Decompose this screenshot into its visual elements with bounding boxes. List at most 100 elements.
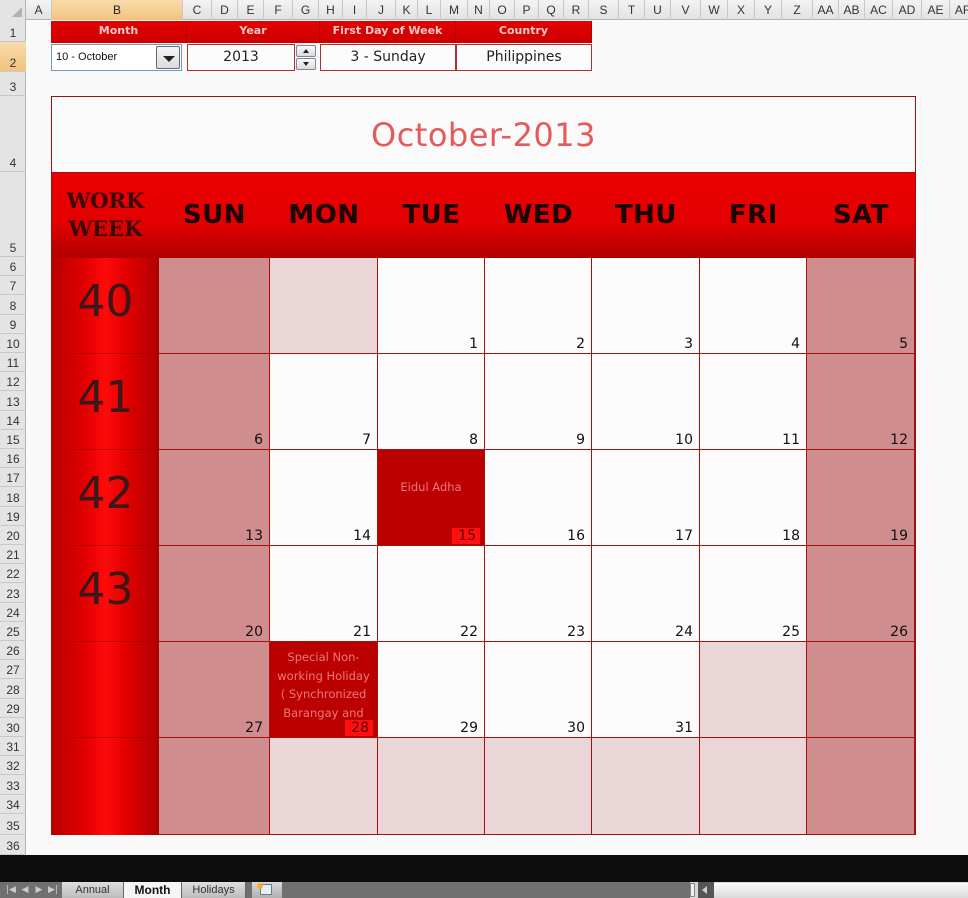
day-cell-10[interactable]: 10 (592, 354, 700, 450)
column-header-c[interactable]: C (183, 0, 212, 20)
column-header-s[interactable]: S (589, 0, 619, 20)
day-cell-7[interactable]: 7 (270, 354, 378, 450)
day-cell-1[interactable]: 1 (378, 258, 485, 354)
column-header-b[interactable]: B (52, 0, 183, 20)
day-cell-25[interactable]: 25 (700, 546, 807, 642)
day-cell-31[interactable]: 31 (592, 642, 700, 738)
row-header-31[interactable]: 31 (0, 737, 26, 756)
row-header-35[interactable]: 35 (0, 814, 26, 835)
year-spinner[interactable] (296, 45, 316, 70)
row-header-27[interactable]: 27 (0, 660, 26, 679)
day-cell-20[interactable]: 20 (159, 546, 270, 642)
month-dropdown[interactable]: 10 - October (51, 44, 182, 71)
column-header-k[interactable]: K (396, 0, 418, 20)
day-cell-27[interactable]: 27 (159, 642, 270, 738)
column-header-o[interactable]: O (490, 0, 515, 20)
day-cell-4[interactable]: 4 (700, 258, 807, 354)
row-header-8[interactable]: 8 (0, 295, 26, 315)
day-cell-23[interactable]: 23 (485, 546, 592, 642)
column-header-aa[interactable]: AA (813, 0, 839, 20)
column-header-y[interactable]: Y (755, 0, 782, 20)
column-header-f[interactable]: F (264, 0, 293, 20)
scroll-left-icon[interactable] (698, 882, 714, 898)
row-header-5[interactable]: 5 (0, 172, 26, 257)
spin-down-icon[interactable] (296, 58, 316, 70)
column-header-d[interactable]: D (212, 0, 238, 20)
chevron-down-icon[interactable] (156, 46, 180, 69)
sheet-tab-month[interactable]: Month (124, 882, 182, 898)
column-header-i[interactable]: I (343, 0, 367, 20)
year-field[interactable]: 2013 (187, 44, 295, 71)
row-header-12[interactable]: 12 (0, 372, 26, 391)
column-header-h[interactable]: H (319, 0, 343, 20)
column-header-g[interactable]: G (293, 0, 319, 20)
column-header-t[interactable]: T (619, 0, 645, 20)
day-cell-15[interactable]: Eidul Adha 15 (378, 450, 485, 546)
row-header-28[interactable]: 28 (0, 679, 26, 699)
empty-day-cell[interactable] (807, 642, 915, 738)
first-sheet-icon[interactable]: |◀ (4, 883, 18, 897)
row-header-36[interactable]: 36 (0, 835, 26, 855)
day-cell-2[interactable]: 2 (485, 258, 592, 354)
row-header-6[interactable]: 6 (0, 257, 26, 276)
day-cell-19[interactable]: 19 (807, 450, 915, 546)
day-cell-12[interactable]: 12 (807, 354, 915, 450)
row-header-23[interactable]: 23 (0, 583, 26, 603)
column-header-af[interactable]: AF (950, 0, 968, 20)
day-cell-16[interactable]: 16 (485, 450, 592, 546)
column-header-j[interactable]: J (367, 0, 396, 20)
row-header-24[interactable]: 24 (0, 603, 26, 622)
empty-day-cell[interactable] (378, 738, 485, 835)
row-header-10[interactable]: 10 (0, 334, 26, 353)
day-cell-6[interactable]: 6 (159, 354, 270, 450)
row-header-19[interactable]: 19 (0, 507, 26, 526)
row-header-16[interactable]: 16 (0, 449, 26, 468)
column-header-q[interactable]: Q (539, 0, 564, 20)
row-header-11[interactable]: 11 (0, 353, 26, 372)
last-sheet-icon[interactable]: ▶| (46, 883, 60, 897)
empty-day-cell[interactable] (485, 738, 592, 835)
row-header-13[interactable]: 13 (0, 391, 26, 411)
sheet-tab-annual[interactable]: Annual (62, 882, 124, 898)
day-cell-30[interactable]: 30 (485, 642, 592, 738)
empty-day-cell[interactable] (807, 738, 915, 835)
spin-up-icon[interactable] (296, 45, 316, 57)
next-sheet-icon[interactable]: ▶ (32, 883, 46, 897)
sheet-tab-holidays[interactable]: Holidays (182, 882, 246, 898)
column-header-u[interactable]: U (645, 0, 671, 20)
row-header-34[interactable]: 34 (0, 795, 26, 814)
day-cell-8[interactable]: 8 (378, 354, 485, 450)
row-header-33[interactable]: 33 (0, 775, 26, 795)
scroll-track[interactable] (714, 883, 968, 897)
prev-sheet-icon[interactable]: ◀ (18, 883, 32, 897)
day-cell-11[interactable]: 11 (700, 354, 807, 450)
column-header-x[interactable]: X (728, 0, 755, 20)
column-header-n[interactable]: N (468, 0, 490, 20)
tab-split-handle[interactable] (690, 883, 695, 897)
column-header-v[interactable]: V (671, 0, 701, 20)
column-header-m[interactable]: M (441, 0, 468, 20)
row-header-9[interactable]: 9 (0, 315, 26, 334)
row-header-14[interactable]: 14 (0, 411, 26, 430)
row-header-17[interactable]: 17 (0, 468, 26, 487)
day-cell-17[interactable]: 17 (592, 450, 700, 546)
empty-day-cell[interactable] (270, 258, 378, 354)
day-cell-22[interactable]: 22 (378, 546, 485, 642)
column-header-ae[interactable]: AE (922, 0, 950, 20)
column-header-ab[interactable]: AB (839, 0, 865, 20)
day-cell-18[interactable]: 18 (700, 450, 807, 546)
row-header-18[interactable]: 18 (0, 487, 26, 507)
column-header-ad[interactable]: AD (893, 0, 922, 20)
row-header-32[interactable]: 32 (0, 756, 26, 775)
empty-day-cell[interactable] (270, 738, 378, 835)
day-cell-26[interactable]: 26 (807, 546, 915, 642)
empty-day-cell[interactable] (159, 258, 270, 354)
empty-day-cell[interactable] (592, 738, 700, 835)
row-header-29[interactable]: 29 (0, 699, 26, 718)
day-cell-21[interactable]: 21 (270, 546, 378, 642)
row-header-20[interactable]: 20 (0, 526, 26, 545)
column-header-w[interactable]: W (701, 0, 728, 20)
column-header-p[interactable]: P (515, 0, 539, 20)
day-cell-24[interactable]: 24 (592, 546, 700, 642)
column-header-z[interactable]: Z (782, 0, 813, 20)
